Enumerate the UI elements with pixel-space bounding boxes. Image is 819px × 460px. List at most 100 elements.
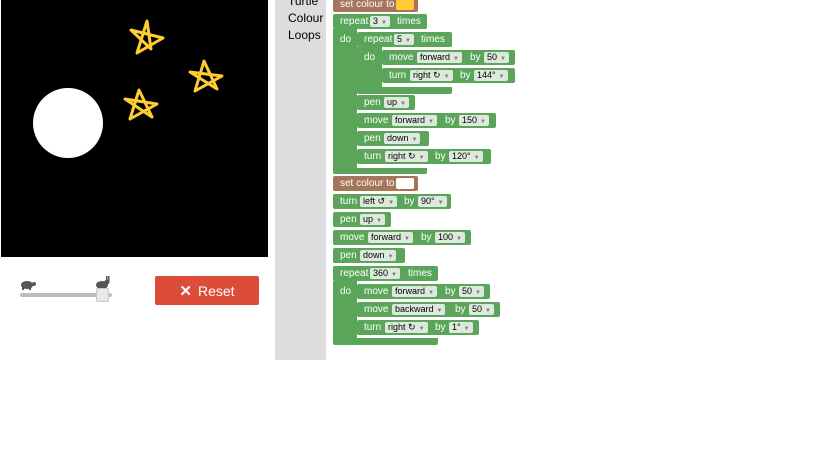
block-label: do — [364, 52, 376, 63]
repeat-body: do — [333, 281, 357, 339]
block-label: times — [408, 268, 432, 279]
block-label: times — [397, 16, 421, 27]
block-label: repeat — [340, 16, 369, 27]
block-label: pen — [364, 97, 381, 108]
repeat-count-field[interactable]: 3 ▼ — [370, 16, 390, 27]
repeat-footer — [333, 168, 427, 174]
direction-dropdown[interactable]: right ↻ ▼ — [385, 151, 428, 162]
distance-field[interactable]: 50 ▼ — [469, 304, 494, 315]
block-label: pen — [340, 250, 357, 261]
repeat-block[interactable]: repeat 3 ▼ times — [333, 14, 427, 29]
angle-field[interactable]: 1° ▼ — [449, 322, 473, 333]
block-label: turn — [340, 196, 358, 207]
block-label: pen — [364, 133, 381, 144]
angle-field[interactable]: 120° ▼ — [449, 151, 483, 162]
block-label: by — [435, 151, 446, 162]
colour-swatch[interactable] — [396, 0, 414, 10]
set-colour-block[interactable]: set colour to — [333, 176, 418, 191]
direction-dropdown[interactable]: left ↺ ▼ — [360, 196, 398, 207]
reset-button[interactable]: ✕ Reset — [155, 276, 259, 305]
pen-state-dropdown[interactable]: up ▼ — [360, 214, 385, 225]
repeat-block[interactable]: repeat 5 ▼ times — [357, 32, 452, 47]
toolbox: Turtle Colour Loops — [275, 0, 326, 360]
drawn-star-2 — [188, 59, 224, 93]
block-label: move — [364, 115, 389, 126]
block-label: set colour to — [340, 178, 395, 189]
block-label: repeat — [340, 268, 369, 279]
direction-dropdown[interactable]: forward ▼ — [392, 286, 437, 297]
slider-thumb[interactable] — [96, 288, 109, 302]
block-label: turn — [389, 70, 407, 81]
block-label: by — [435, 322, 446, 333]
direction-dropdown[interactable]: forward ▼ — [392, 115, 437, 126]
block-label: times — [421, 34, 445, 45]
pen-state-dropdown[interactable]: up ▼ — [384, 97, 409, 108]
distance-field[interactable]: 50 ▼ — [459, 286, 484, 297]
repeat-footer — [333, 338, 438, 345]
block-label: do — [340, 34, 352, 45]
turtle-icon — [21, 281, 36, 290]
move-block[interactable]: move forward ▼ by 100 ▼ — [333, 230, 471, 245]
colour-swatch[interactable] — [396, 178, 414, 189]
close-icon: ✕ — [179, 282, 192, 300]
direction-dropdown[interactable]: backward ▼ — [392, 304, 446, 315]
turtle-canvas — [1, 0, 268, 257]
angle-field[interactable]: 144° ▼ — [474, 70, 508, 81]
turn-block[interactable]: turn left ↺ ▼ by 90° ▼ — [333, 194, 451, 209]
direction-dropdown[interactable]: forward ▼ — [368, 232, 413, 243]
distance-field[interactable]: 50 ▼ — [484, 52, 509, 63]
block-label: by — [404, 196, 415, 207]
block-label: do — [340, 286, 352, 297]
distance-field[interactable]: 150 ▼ — [459, 115, 489, 126]
turn-block[interactable]: turn right ↻ ▼ by 144° ▼ — [382, 68, 515, 83]
turn-block[interactable]: turn right ↻ ▼ by 1° ▼ — [357, 320, 479, 335]
toolbox-category-loops[interactable]: Loops — [288, 28, 321, 42]
toolbox-category-colour[interactable]: Colour — [288, 11, 323, 25]
block-label: by — [445, 286, 456, 297]
block-workspace[interactable]: set colour to repeat 3 ▼ times do repeat … — [326, 0, 819, 360]
distance-field[interactable]: 100 ▼ — [435, 232, 465, 243]
direction-dropdown[interactable]: right ↻ ▼ — [385, 322, 428, 333]
turn-block[interactable]: turn right ↻ ▼ by 120° ▼ — [357, 149, 491, 164]
toolbox-category-turtle[interactable]: Turtle — [288, 0, 318, 8]
direction-dropdown[interactable]: right ↻ ▼ — [410, 70, 453, 81]
pen-block[interactable]: pen up ▼ — [357, 95, 415, 110]
move-block[interactable]: move backward ▼ by 50 ▼ — [357, 302, 500, 317]
block-label: by — [421, 232, 432, 243]
repeat-count-field[interactable]: 360 ▼ — [370, 268, 400, 279]
set-colour-block[interactable]: set colour to — [333, 0, 418, 12]
turtle-drawing — [33, 19, 224, 158]
block-label: move — [340, 232, 365, 243]
block-label: turn — [364, 151, 382, 162]
block-label: pen — [340, 214, 357, 225]
reset-label: Reset — [198, 282, 235, 299]
pen-block[interactable]: pen down ▼ — [357, 131, 429, 146]
pen-state-dropdown[interactable]: down ▼ — [384, 133, 421, 144]
repeat-count-field[interactable]: 5 ▼ — [394, 34, 414, 45]
block-label: move — [364, 304, 389, 315]
block-label: move — [364, 286, 389, 297]
speed-slider[interactable] — [18, 276, 114, 304]
block-label: move — [389, 52, 414, 63]
block-label: by — [470, 52, 481, 63]
drawn-star-1 — [129, 19, 165, 55]
repeat-body: do — [357, 47, 382, 87]
pen-block[interactable]: pen up ▼ — [333, 212, 391, 227]
block-label: turn — [364, 322, 382, 333]
move-block[interactable]: move forward ▼ by 50 ▼ — [382, 50, 515, 65]
block-label: repeat — [364, 34, 393, 45]
move-block[interactable]: move forward ▼ by 150 ▼ — [357, 113, 496, 128]
block-label: by — [455, 304, 466, 315]
pen-state-dropdown[interactable]: down ▼ — [360, 250, 397, 261]
angle-field[interactable]: 90° ▼ — [418, 196, 447, 207]
drawn-circle — [33, 88, 103, 158]
drawn-star-3 — [123, 88, 159, 121]
repeat-block[interactable]: repeat 360 ▼ times — [333, 266, 438, 281]
pen-block[interactable]: pen down ▼ — [333, 248, 405, 263]
block-label: by — [460, 70, 471, 81]
block-label: set colour to — [340, 0, 395, 10]
move-block[interactable]: move forward ▼ by 50 ▼ — [357, 284, 490, 299]
repeat-footer — [357, 87, 452, 94]
direction-dropdown[interactable]: forward ▼ — [417, 52, 462, 63]
repeat-body: do — [333, 29, 357, 170]
